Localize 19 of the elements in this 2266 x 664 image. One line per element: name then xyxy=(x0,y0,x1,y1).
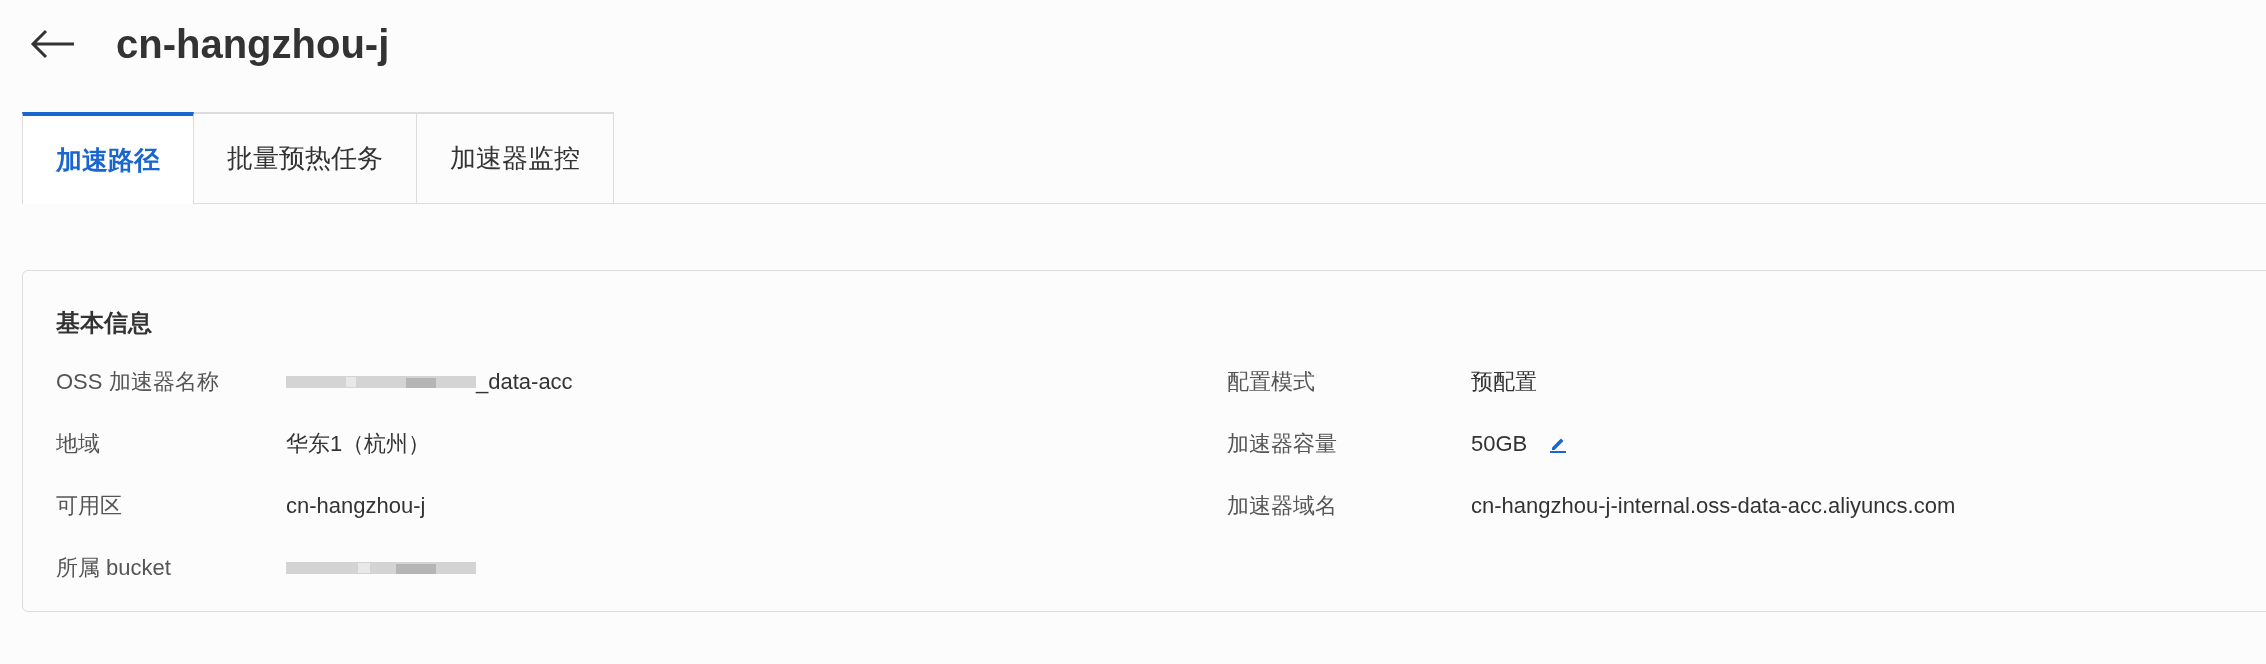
field-label: OSS 加速器名称 xyxy=(56,368,220,396)
field-label: 配置模式 xyxy=(1227,368,1316,396)
field-label: 加速器域名 xyxy=(1227,492,1338,520)
field-value: 50GB xyxy=(1471,430,1528,458)
field-value: 华东1（杭州） xyxy=(286,430,431,458)
field-value: cn-hangzhou-j xyxy=(286,492,426,520)
field-label: 地域 xyxy=(56,430,101,458)
field-label: 可用区 xyxy=(56,492,123,520)
panel-title: 基本信息 xyxy=(56,308,153,338)
tab[interactable]: 加速路径 xyxy=(22,112,194,204)
field-label: 所属 bucket xyxy=(56,554,172,582)
page-title: cn-hangzhou-j xyxy=(116,21,390,67)
back-arrow-icon[interactable] xyxy=(30,29,76,59)
field-value: cn-hangzhou-j-internal.oss-data-acc.aliyuncs.com xyxy=(1471,492,1956,520)
field-value: _data-acc xyxy=(476,368,573,396)
field-value: 预配置 xyxy=(1471,368,1537,396)
tab[interactable]: 加速器监控 xyxy=(417,112,614,204)
tab[interactable]: 批量预热任务 xyxy=(194,112,417,204)
field-label: 加速器容量 xyxy=(1227,430,1338,458)
